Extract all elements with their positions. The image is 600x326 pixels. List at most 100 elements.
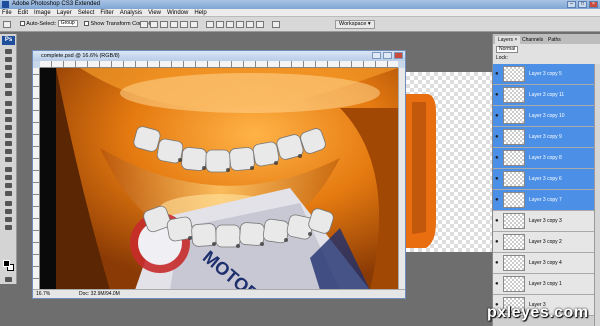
distribute-right-icon[interactable] [256,21,264,28]
menu-analysis[interactable]: Analysis [120,10,142,16]
align-right-icon[interactable] [190,21,198,28]
close-icon[interactable]: × [589,1,598,8]
tab-channels[interactable]: Channels [519,36,546,44]
layer-row[interactable]: ● Layer 3 copy 7 [493,190,595,211]
hand-tool[interactable] [3,216,14,223]
align-top-icon[interactable] [140,21,148,28]
layer-row[interactable]: ● Layer 3 copy 4 [493,253,595,274]
visibility-eye-icon[interactable]: ● [495,176,501,182]
layer-row[interactable]: ● Layer 3 copy 8 [493,148,595,169]
layer-row[interactable]: ● Layer 3 copy 9 [493,127,595,148]
menu-select[interactable]: Select [78,10,95,16]
document-minimize-icon[interactable] [372,52,381,59]
layer-name[interactable]: Layer 3 copy 7 [529,197,562,203]
visibility-eye-icon[interactable]: ● [495,218,501,224]
minimize-icon[interactable]: – [567,1,576,8]
path-select-tool[interactable] [3,182,14,189]
foreground-color-swatch[interactable] [3,260,10,267]
document-maximize-icon[interactable] [383,52,392,59]
brush-tool[interactable] [3,108,14,115]
blur-tool[interactable] [3,148,14,155]
dodge-tool[interactable] [3,156,14,163]
crop-tool[interactable] [3,82,14,89]
type-tool[interactable] [3,174,14,181]
slice-tool[interactable] [3,90,14,97]
distribute-bottom-icon[interactable] [226,21,234,28]
visibility-eye-icon[interactable]: ● [495,239,501,245]
layer-name[interactable]: Layer 3 copy 3 [529,218,562,224]
move-tool-icon[interactable] [3,21,11,28]
layer-row[interactable]: ● Layer 3 copy 11 [493,85,595,106]
menu-file[interactable]: File [2,10,12,16]
eyedropper-tool[interactable] [3,208,14,215]
blend-mode-dropdown[interactable]: Normal [496,46,519,53]
distribute-hcenter-icon[interactable] [246,21,254,28]
distribute-left-icon[interactable] [236,21,244,28]
auto-select-checkbox[interactable] [20,21,25,27]
layer-name[interactable]: Layer 3 copy 5 [529,71,562,77]
layer-name[interactable]: Layer 3 copy 2 [529,239,562,245]
document-title-bar[interactable]: complete.psd @ 16.6% (RGB/8) [33,51,405,61]
layer-name[interactable]: Layer 3 copy 4 [529,260,562,266]
quick-select-tool[interactable] [3,72,14,79]
stamp-tool[interactable] [3,116,14,123]
layer-row[interactable]: ● Layer 3 copy 3 [493,211,595,232]
zoom-level[interactable]: 16.7% [36,291,50,297]
move-tool[interactable] [3,48,14,55]
lasso-tool[interactable] [3,64,14,71]
visibility-eye-icon[interactable]: ● [495,197,501,203]
layer-name[interactable]: Layer 3 copy 8 [529,155,562,161]
layer-row[interactable]: ● Layer 3 copy 5 [493,64,595,85]
visibility-eye-icon[interactable]: ● [495,134,501,140]
layer-name[interactable]: Layer 3 copy 11 [529,92,564,98]
visibility-eye-icon[interactable]: ● [495,155,501,161]
menu-help[interactable]: Help [194,10,206,16]
align-left-icon[interactable] [170,21,178,28]
quick-mask-toggle[interactable] [3,276,14,283]
image-canvas[interactable]: MOTOR [40,68,398,290]
document-vertical-scrollbar[interactable] [398,68,405,290]
tab-paths[interactable]: Paths [545,36,564,44]
align-hcenter-icon[interactable] [180,21,188,28]
visibility-eye-icon[interactable]: ● [495,281,501,287]
notes-tool[interactable] [3,200,14,207]
layer-row[interactable]: ● Layer 3 copy 1 [493,274,595,295]
show-transform-checkbox[interactable] [84,21,89,27]
zoom-tool[interactable] [3,224,14,231]
maximize-icon[interactable]: □ [578,1,587,8]
history-brush-tool[interactable] [3,124,14,131]
workspace-button[interactable]: Workspace ▾ [335,20,375,29]
layer-name[interactable]: Layer 3 copy 1 [529,281,562,287]
menu-window[interactable]: Window [167,10,188,16]
layer-name[interactable]: Layer 3 copy 9 [529,134,562,140]
document-close-icon[interactable] [394,52,403,59]
menu-layer[interactable]: Layer [57,10,72,16]
pen-tool[interactable] [3,166,14,173]
distribute-vcenter-icon[interactable] [216,21,224,28]
menu-image[interactable]: Image [34,10,51,16]
menu-view[interactable]: View [148,10,161,16]
auto-align-icon[interactable] [272,21,280,28]
layer-name[interactable]: Layer 3 copy 6 [529,176,562,182]
document-size-info[interactable]: Doc: 32.9M/94.0M [79,291,120,297]
distribute-top-icon[interactable] [206,21,214,28]
tab-layers[interactable]: Layers × [495,36,521,44]
healing-tool[interactable] [3,100,14,107]
auto-select-dropdown[interactable]: Group [57,20,78,28]
layer-name[interactable]: Layer 3 copy 10 [529,113,565,119]
visibility-eye-icon[interactable]: ● [495,113,501,119]
layer-row[interactable]: ● Layer 3 copy 6 [493,169,595,190]
marquee-tool[interactable] [3,56,14,63]
visibility-eye-icon[interactable]: ● [495,92,501,98]
layers-scrollbar[interactable] [594,64,600,326]
align-bottom-icon[interactable] [160,21,168,28]
eraser-tool[interactable] [3,132,14,139]
shape-tool[interactable] [3,190,14,197]
visibility-eye-icon[interactable]: ● [495,260,501,266]
menu-filter[interactable]: Filter [100,10,113,16]
layer-row[interactable]: ● Layer 3 copy 2 [493,232,595,253]
layer-row[interactable]: ● Layer 3 copy 10 [493,106,595,127]
align-vcenter-icon[interactable] [150,21,158,28]
menu-edit[interactable]: Edit [18,10,28,16]
visibility-eye-icon[interactable]: ● [495,71,501,77]
